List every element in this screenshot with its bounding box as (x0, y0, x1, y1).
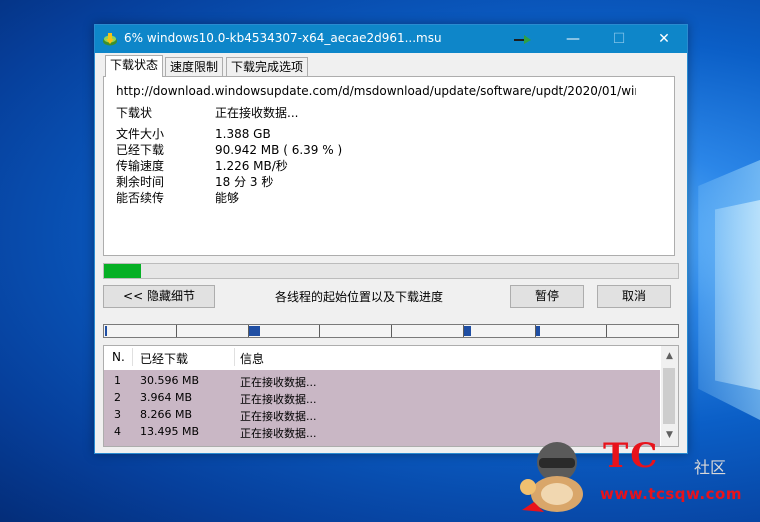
minimize-to-tray-icon[interactable] (513, 32, 533, 46)
status-label: 下载状 (116, 106, 153, 120)
thread-info: 正在接收数据... (240, 393, 317, 406)
resume-label: 能否续传 (116, 191, 165, 205)
scroll-up-arrow-icon[interactable]: ▲ (661, 348, 678, 365)
progress-fill (104, 264, 141, 278)
watermark-site-name: 社区 (694, 458, 727, 477)
table-row[interactable]: 3 8.266 MB 正在接收数据... (104, 406, 660, 423)
window-title: 6% windows10.0-kb4534307-x64_aecae2d961.… (124, 31, 442, 45)
site-watermark: TC 社区 www.tcsqw.com (508, 428, 760, 522)
speed-label: 传输速度 (116, 159, 165, 173)
downloaded-value: 90.942 MB ( 6.39 % ) (215, 143, 343, 157)
download-progress-bar (103, 263, 679, 279)
thread-list-header: N. 已经下载 信息 (104, 346, 660, 368)
downloaded-label: 已经下载 (116, 143, 165, 157)
time-left-label: 剩余时间 (116, 175, 165, 189)
info-row-resume: 能否续传 能够 (116, 189, 239, 206)
column-separator (234, 348, 235, 366)
status-value: 正在接收数据... (215, 106, 299, 120)
maximize-button[interactable]: ☐ (596, 25, 642, 53)
status-panel: http://download.windowsupdate.com/d/msdo… (103, 76, 675, 256)
segment-divider (176, 325, 177, 337)
thread-info: 正在接收数据... (240, 427, 317, 440)
table-row[interactable]: 1 30.596 MB 正在接收数据... (104, 372, 660, 389)
scroll-thumb[interactable] (663, 368, 675, 424)
thread-number: 2 (114, 391, 121, 404)
segment-progress (536, 326, 540, 336)
watermark-url: www.tcsqw.com (600, 485, 742, 503)
resume-value: 能够 (215, 191, 240, 205)
thread-downloaded: 13.495 MB (140, 425, 200, 438)
segment-progress (464, 326, 471, 336)
info-row-speed: 传输速度 1.226 MB/秒 (116, 157, 288, 174)
column-header-number[interactable]: N. (112, 350, 125, 364)
threads-caption: 各线程的起始位置以及下载进度 (275, 290, 444, 304)
minimize-button[interactable]: — (550, 25, 596, 53)
info-row-status: 下载状 正在接收数据... (116, 104, 298, 121)
thread-number: 4 (114, 425, 121, 438)
thread-number: 1 (114, 374, 121, 387)
time-left-value: 18 分 3 秒 (215, 175, 274, 189)
thread-number: 3 (114, 408, 121, 421)
speed-value: 1.226 MB/秒 (215, 159, 288, 173)
file-size-label: 文件大小 (116, 127, 165, 141)
segment-divider (391, 325, 392, 337)
column-header-info[interactable]: 信息 (240, 350, 264, 367)
idm-app-icon (103, 33, 117, 46)
segment-progress (249, 326, 260, 336)
tab-download-status[interactable]: 下载状态 (105, 55, 164, 77)
tab-speed-limit[interactable]: 速度限制 (165, 57, 224, 77)
cancel-button[interactable]: 取消 (597, 285, 671, 308)
table-row[interactable]: 2 3.964 MB 正在接收数据... (104, 389, 660, 406)
segment-progress (105, 326, 107, 336)
info-row-downloaded: 已经下载 90.942 MB ( 6.39 % ) (116, 141, 342, 158)
download-url: http://download.windowsupdate.com/d/msdo… (116, 84, 636, 98)
mascot-logo-icon (520, 442, 583, 512)
title-bar[interactable]: 6% windows10.0-kb4534307-x64_aecae2d961.… (95, 25, 687, 53)
tab-completion-options[interactable]: 下载完成选项 (226, 57, 309, 77)
download-dialog: 6% windows10.0-kb4534307-x64_aecae2d961.… (94, 24, 688, 454)
info-row-time-left: 剩余时间 18 分 3 秒 (116, 173, 273, 190)
pause-button[interactable]: 暂停 (510, 285, 584, 308)
column-header-downloaded[interactable]: 已经下载 (140, 350, 188, 367)
thread-downloaded: 30.596 MB (140, 374, 200, 387)
segment-divider (319, 325, 320, 337)
thread-downloaded: 8.266 MB (140, 408, 193, 421)
column-separator (132, 348, 133, 366)
close-button[interactable]: ✕ (641, 25, 687, 53)
file-size-value: 1.388 GB (215, 127, 271, 141)
thread-downloaded: 3.964 MB (140, 391, 193, 404)
watermark-logo: TC (603, 436, 660, 476)
hide-details-button[interactable]: << 隐藏细节 (103, 285, 215, 308)
thread-segments-bar (103, 324, 679, 338)
info-row-file-size: 文件大小 1.388 GB (116, 125, 271, 142)
thread-info: 正在接收数据... (240, 410, 317, 423)
segment-divider (606, 325, 607, 337)
thread-info: 正在接收数据... (240, 376, 317, 389)
